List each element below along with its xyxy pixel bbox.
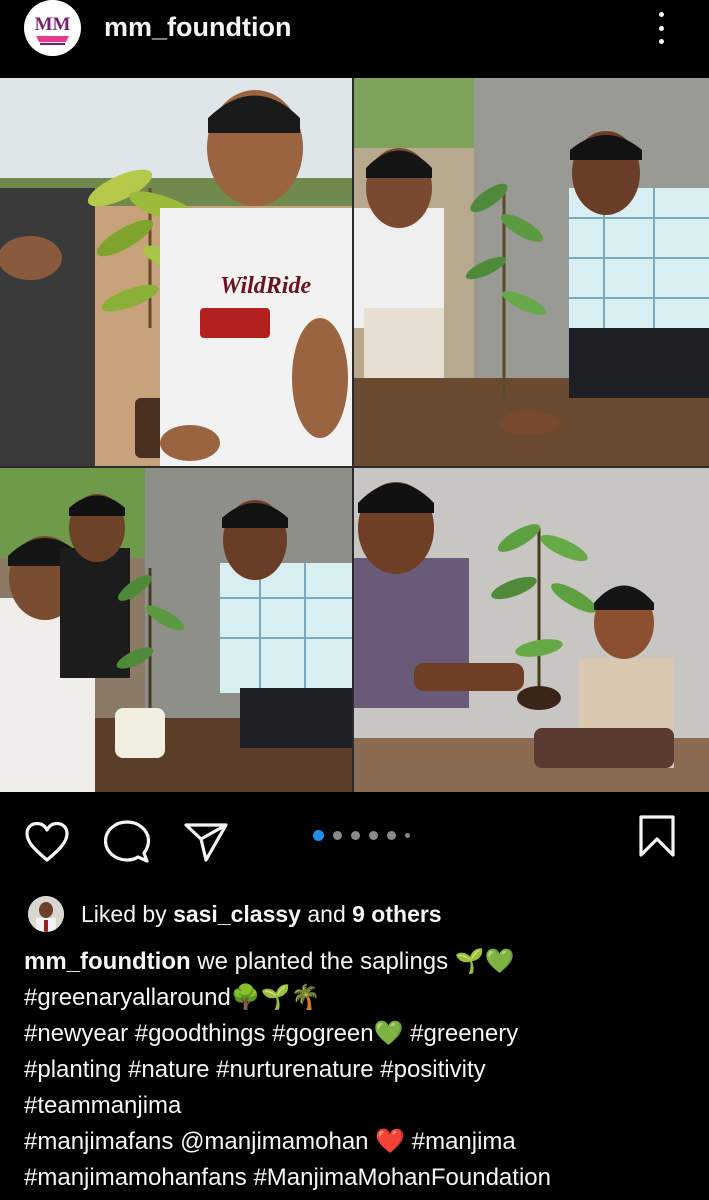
svg-text:WildRide: WildRide xyxy=(220,273,311,299)
caption-username[interactable]: mm_foundtion xyxy=(24,948,191,975)
post-username[interactable]: mm_foundtion xyxy=(104,12,291,43)
profile-avatar[interactable]: MM xyxy=(24,0,81,56)
carousel-dot xyxy=(351,831,360,840)
photo-panel-top-right xyxy=(354,78,709,466)
bookmark-icon[interactable] xyxy=(638,814,676,858)
more-vertical-icon[interactable] xyxy=(651,10,671,46)
foundation-logo-icon: MM xyxy=(24,0,81,56)
likes-prefix: Liked by xyxy=(81,900,167,927)
caption-line: we planted the saplings 🌱💚 xyxy=(190,948,515,975)
post-actions-bar xyxy=(0,792,709,892)
likes-text[interactable]: Liked by sasi_classy and 9 others xyxy=(81,901,442,928)
likes-others[interactable]: 9 others xyxy=(352,901,441,927)
comment-icon[interactable] xyxy=(104,820,150,864)
carousel-indicator xyxy=(313,830,410,841)
carousel-dot xyxy=(333,831,342,840)
post-header: MM mm_foundtion xyxy=(0,0,709,56)
caption-line[interactable]: #newyear #goodthings #gogreen💚 #greenery xyxy=(24,1016,694,1052)
caption-line[interactable]: #manjimafans @manjimamohan ❤️ #manjima xyxy=(24,1124,694,1160)
carousel-dot xyxy=(313,830,324,841)
photo-panel-bottom-left xyxy=(0,468,352,792)
send-icon[interactable] xyxy=(184,822,228,862)
caption-line[interactable]: #teammanjima xyxy=(24,1088,694,1124)
photo-panel-top-left: WildRide xyxy=(0,78,352,466)
likes-conjunction: and xyxy=(307,900,346,927)
svg-text:MM: MM xyxy=(35,14,71,35)
post-image[interactable]: WildRide xyxy=(0,78,709,792)
carousel-dot xyxy=(387,831,396,840)
heart-icon[interactable] xyxy=(24,821,70,863)
liker-avatar[interactable] xyxy=(28,896,64,932)
carousel-dot xyxy=(405,833,410,838)
liker-username[interactable]: sasi_classy xyxy=(173,901,301,927)
caption-line[interactable]: #greenaryallaround🌳🌱🌴 xyxy=(24,980,694,1016)
photo-panel-bottom-right xyxy=(354,468,709,792)
likes-row[interactable]: Liked by sasi_classy and 9 others xyxy=(28,896,442,932)
carousel-dot xyxy=(369,831,378,840)
post-caption: mm_foundtion we planted the saplings 🌱💚 … xyxy=(24,944,694,1196)
caption-line[interactable]: #manjimamohanfans #ManjimaMohanFoundatio… xyxy=(24,1160,694,1196)
caption-line[interactable]: #planting #nature #nurturenature #positi… xyxy=(24,1052,694,1088)
